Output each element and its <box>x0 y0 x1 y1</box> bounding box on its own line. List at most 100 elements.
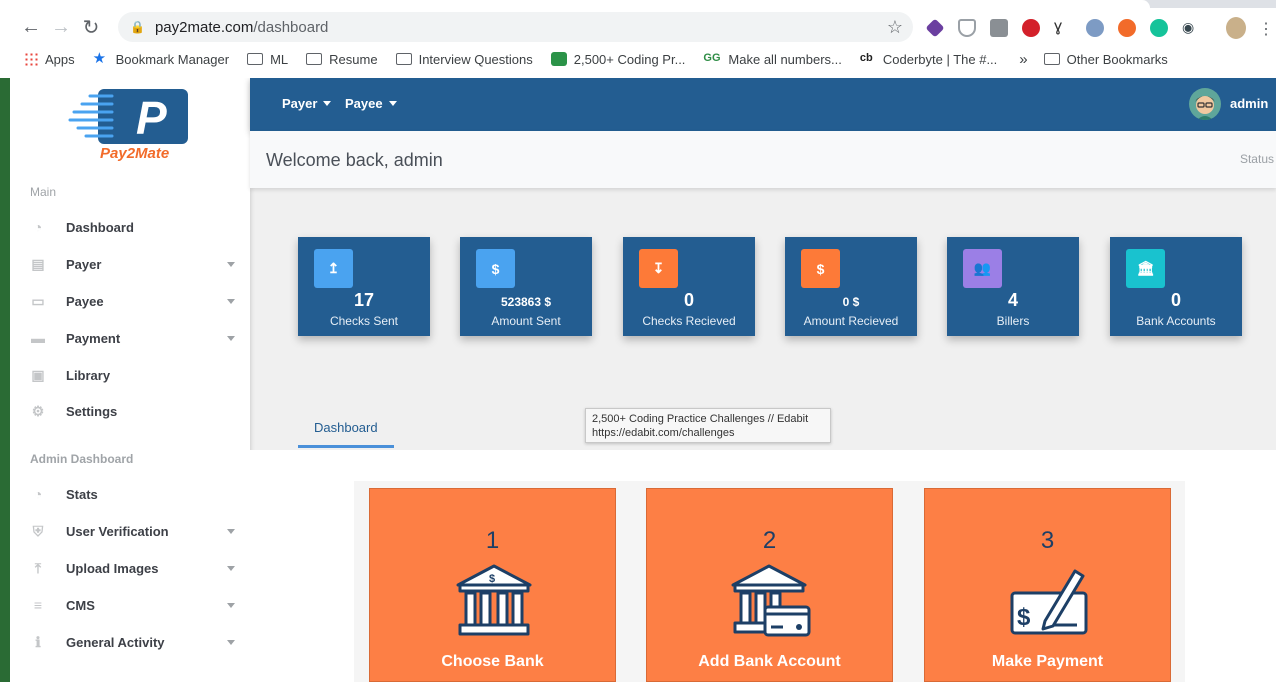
stat-value: 0 <box>683 290 694 310</box>
bookmark-geeksforgeeks[interactable]: GG Make all numbers... <box>703 52 841 67</box>
bank-card-icon <box>731 564 811 637</box>
grammarly-icon[interactable] <box>1150 19 1168 37</box>
payment-icon: ▬ <box>31 330 45 346</box>
tab-dashboard[interactable]: Dashboard <box>298 419 394 448</box>
stat-value: 0 $ <box>842 295 860 309</box>
bank-icon: 🏛 <box>1126 249 1165 288</box>
sidebar-item-library[interactable]: ▣ Library <box>30 360 235 390</box>
username[interactable]: admin <box>1230 96 1268 111</box>
svg-text:$: $ <box>1017 604 1031 631</box>
honey-icon[interactable] <box>1118 19 1136 37</box>
chevron-down-icon <box>227 336 235 341</box>
bookmark-resume[interactable]: Resume <box>306 52 378 67</box>
lock-icon: 🔒 <box>130 20 145 34</box>
sidebar-item-upload-images[interactable]: ⤒ Upload Images <box>30 553 235 583</box>
sidebar-item-stats[interactable]: ◔ Stats <box>30 479 235 509</box>
step-number: 1 <box>485 527 500 554</box>
step-number: 2 <box>762 527 777 554</box>
bank-building-icon: $ <box>456 564 532 636</box>
stat-label: Bank Accounts <box>1136 314 1216 328</box>
profile-avatar[interactable] <box>1226 17 1246 39</box>
dashboard-icon: ◔ <box>33 219 43 235</box>
sidebar: P Pay2Mate Main ◔ Dashboard ▤ Payer ▭ Payee… <box>10 78 250 682</box>
reload-icon[interactable]: ↻ <box>76 12 106 42</box>
adblock-icon[interactable] <box>1022 19 1040 37</box>
bookmark-interview-questions[interactable]: Interview Questions <box>395 52 533 67</box>
logo-text: Pay2Mate <box>100 145 169 162</box>
other-bookmarks[interactable]: Other Bookmarks <box>1043 52 1168 67</box>
stat-card-checks-received[interactable]: ↧ 0 Checks Recieved <box>623 237 755 336</box>
bookmark-ml[interactable]: ML <box>247 52 288 67</box>
stat-label: Checks Sent <box>329 314 399 328</box>
back-icon[interactable]: ← <box>16 12 46 42</box>
sidebar-item-label: Upload Images <box>66 560 159 576</box>
tab-strip <box>0 0 1276 8</box>
sidebar-item-label: Dashboard <box>66 219 134 235</box>
extension-icon[interactable] <box>925 18 945 38</box>
stat-value: 0 <box>1170 290 1181 310</box>
extension-y-icon[interactable]: ɣ <box>1054 18 1072 36</box>
bookmark-edabit[interactable]: 2,500+ Coding Pr... <box>550 52 685 67</box>
payer-icon: ▤ <box>31 255 45 272</box>
kebab-menu-icon[interactable]: ⋮ <box>1258 19 1274 38</box>
step-card-add-bank-account[interactable]: 2 Add Bank Account <box>646 488 893 682</box>
geeksforgeeks-icon: GG <box>703 52 721 64</box>
stat-card-amount-sent[interactable]: $ 523863 $ Amount Sent <box>460 237 592 336</box>
bookmark-manager[interactable]: ★ Bookmark Manager <box>92 50 229 67</box>
chevron-down-icon <box>227 262 235 267</box>
arrow-up-icon: ↥ <box>314 249 353 288</box>
bookmark-apps[interactable]: Apps <box>24 52 75 67</box>
sidebar-item-label: General Activity <box>66 634 165 650</box>
chevron-down-icon <box>227 529 235 534</box>
pay2mate-logo[interactable]: P Pay2Mate <box>68 88 192 164</box>
section-title-main: Main <box>30 185 57 199</box>
extension-circle-icon[interactable] <box>1086 19 1104 37</box>
sidebar-item-settings[interactable]: ⚙ Settings <box>30 396 235 426</box>
stat-card-billers[interactable]: 👥 4 Billers <box>947 237 1079 336</box>
shield-extension-icon[interactable] <box>958 19 976 37</box>
sidebar-item-dashboard[interactable]: ◔ Dashboard <box>30 212 235 242</box>
eye-icon[interactable]: ◉ <box>1182 19 1200 37</box>
stat-label: Amount Recieved <box>803 314 899 328</box>
step-card-make-payment[interactable]: 3 $ Make Payment <box>924 488 1171 682</box>
camera-icon[interactable] <box>990 19 1008 37</box>
sidebar-item-general-activity[interactable]: ℹ General Activity <box>30 627 235 657</box>
top-navbar: Payer Payee admin <box>250 78 1276 131</box>
sidebar-item-label: Payer <box>66 256 102 272</box>
star-icon: ★ <box>92 50 107 67</box>
avatar[interactable] <box>1189 88 1221 120</box>
stat-card-checks-sent[interactable]: ↥ 17 Checks Sent <box>298 237 430 336</box>
sidebar-item-payment[interactable]: ▬ Payment <box>30 323 235 353</box>
bookmarks-overflow-button[interactable]: » <box>1019 51 1027 68</box>
info-icon: ℹ <box>35 633 41 650</box>
payee-menu[interactable]: Payee <box>345 96 397 111</box>
library-icon: ▣ <box>31 366 45 383</box>
address-bar[interactable]: 🔒 pay2mate.com/dashboard ☆ <box>118 12 913 42</box>
payee-icon: ▭ <box>31 292 45 309</box>
bookmark-coderbyte[interactable]: cb Coderbyte | The #... <box>860 52 997 67</box>
url-text: pay2mate.com/dashboard <box>154 18 329 36</box>
bookmark-star-icon[interactable]: ☆ <box>887 17 903 38</box>
payer-menu[interactable]: Payer <box>282 96 332 111</box>
sidebar-item-payee[interactable]: ▭ Payee <box>30 286 235 316</box>
chevron-down-icon <box>388 101 397 106</box>
sidebar-item-user-verification[interactable]: ⛨ User Verification <box>30 516 235 546</box>
browser-chrome: ← → ↻ 🔒 pay2mate.com/dashboard ☆ ɣ ◉ ⋮ A… <box>0 0 1276 78</box>
stat-card-amount-received[interactable]: $ 0 $ Amount Recieved <box>785 237 917 336</box>
folder-icon <box>1043 53 1060 65</box>
upload-icon: ⤒ <box>34 559 42 576</box>
tooltip-title: 2,500+ Coding Practice Challenges // Eda… <box>592 413 809 425</box>
users-icon: 👥 <box>963 249 1002 288</box>
step-card-choose-bank[interactable]: 1 $ Choose Bank <box>369 488 616 682</box>
step-label: Choose Bank <box>441 653 544 670</box>
active-tab[interactable] <box>0 0 1150 8</box>
status-label: Status <box>1239 152 1274 166</box>
chevron-down-icon <box>323 101 332 106</box>
forward-icon[interactable]: → <box>46 12 76 42</box>
sidebar-item-payer[interactable]: ▤ Payer <box>30 249 235 279</box>
stat-card-bank-accounts[interactable]: 🏛 0 Bank Accounts <box>1110 237 1242 336</box>
stat-value: 4 <box>1007 290 1018 310</box>
folder-icon <box>247 53 264 65</box>
sidebar-item-cms[interactable]: ≡ CMS <box>30 590 235 620</box>
svg-text:P: P <box>136 92 167 144</box>
